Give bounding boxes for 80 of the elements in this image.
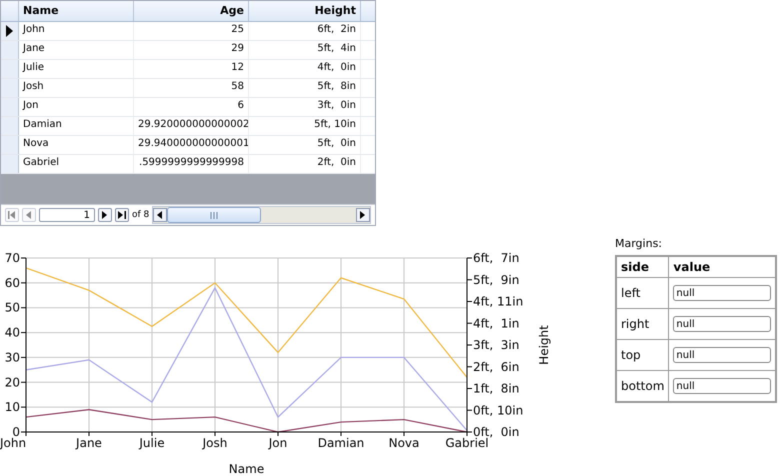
scroll-right-button[interactable] xyxy=(356,208,370,222)
y-tick-label: 70 xyxy=(4,251,20,265)
page-count: of 8 xyxy=(132,210,150,220)
table-cell: 5ft, 10in xyxy=(249,117,361,135)
x-tick-label: Jane xyxy=(76,436,102,450)
y-axis-title: Height xyxy=(537,325,551,365)
table-cell: 29.920000000000002 xyxy=(134,117,249,135)
y-tick-label: 4ft, 11in xyxy=(473,294,524,308)
left-triangle-icon xyxy=(157,211,164,219)
last-page-icon xyxy=(118,211,126,219)
y-tick-label: 0 xyxy=(12,425,20,439)
column-header[interactable]: Age xyxy=(134,1,249,21)
y-tick-label: 0ft, 0in xyxy=(473,425,520,439)
column-header: side xyxy=(616,256,669,278)
right-triangle-icon xyxy=(102,211,108,219)
table-cell: 25 xyxy=(134,22,249,40)
value-field[interactable]: null xyxy=(673,347,772,364)
margins-label: Margins: xyxy=(615,237,664,250)
table-cell: 12 xyxy=(134,60,249,78)
value-field[interactable]: null xyxy=(673,316,772,332)
column-header[interactable]: Height xyxy=(249,1,361,21)
x-tick-label: Josh xyxy=(202,436,228,450)
table-cell: 5ft, 8in xyxy=(249,79,361,97)
table-cell: 58 xyxy=(134,79,249,97)
table-cell: 29.940000000000001 xyxy=(134,136,249,154)
column-header[interactable]: Name xyxy=(19,1,134,21)
table-cell: 3ft, 0in xyxy=(249,98,361,116)
first-page-icon xyxy=(8,211,16,219)
next-page-button[interactable] xyxy=(98,208,112,222)
table-cell: top xyxy=(616,340,669,370)
table-cell: 4ft, 0in xyxy=(249,60,361,78)
y-tick-label: 60 xyxy=(4,276,20,290)
x-tick-label: Nova xyxy=(388,436,420,450)
table-cell: Jane xyxy=(19,41,134,59)
left-triangle-icon xyxy=(26,211,32,219)
table-cell: .5999999999999998 xyxy=(134,155,249,173)
scroll-thumb[interactable] xyxy=(167,207,262,223)
y-tick-label: 0ft, 10in xyxy=(473,403,524,418)
table-cell: Nova xyxy=(19,136,134,154)
table-cell: Gabriel xyxy=(19,155,134,173)
x-axis-title: Name xyxy=(228,462,264,476)
y-tick-label: 2ft, 6in xyxy=(473,360,520,374)
y-tick-label: 6ft, 7in xyxy=(473,251,520,265)
grip-icon xyxy=(210,212,218,218)
y-tick-label: 3ft, 3in xyxy=(473,338,520,352)
right-triangle-icon xyxy=(360,211,366,219)
x-tick-label: Julie xyxy=(139,436,165,450)
table-cell: Jon xyxy=(19,98,134,116)
horizontal-scrollbar[interactable] xyxy=(152,206,371,224)
first-page-button[interactable] xyxy=(5,208,19,222)
page-field[interactable]: 1 xyxy=(39,208,95,222)
table-cell: 5ft, 0in xyxy=(249,136,361,154)
table-cell: Josh xyxy=(19,79,134,97)
table-cell: 6 xyxy=(134,98,249,116)
x-tick-label: Jon xyxy=(268,436,288,450)
last-page-button[interactable] xyxy=(115,208,129,222)
table-cell: Julie xyxy=(19,60,134,78)
value-field[interactable]: null xyxy=(673,378,772,394)
table-cell: left xyxy=(616,278,669,308)
table-cell: 29 xyxy=(134,41,249,59)
table-cell: 2ft, 0in xyxy=(249,155,361,173)
y-tick-label: 1ft, 8in xyxy=(473,382,520,396)
scroll-left-button[interactable] xyxy=(153,208,168,222)
previous-page-button[interactable] xyxy=(22,208,36,222)
y-tick-label: 10 xyxy=(4,400,20,414)
y-tick-label: 50 xyxy=(4,300,20,315)
value-field[interactable]: null xyxy=(673,285,772,302)
y-tick-label: 40 xyxy=(4,326,20,340)
table-cell: 5ft, 4in xyxy=(249,41,361,59)
x-tick-label: Gabriel xyxy=(445,436,489,450)
y-tick-label: 5ft, 9in xyxy=(473,272,520,287)
table-cell: Damian xyxy=(19,117,134,135)
table-cell: 6ft, 2in xyxy=(249,22,361,40)
x-tick-label: Damian xyxy=(318,436,364,450)
row-header[interactable] xyxy=(1,22,19,40)
y-tick-label: 4ft, 1in xyxy=(473,316,520,330)
y-tick-label: 20 xyxy=(4,375,20,390)
table-cell: John xyxy=(19,22,134,40)
y-tick-label: 30 xyxy=(4,350,20,364)
table-cell: right xyxy=(616,308,669,340)
